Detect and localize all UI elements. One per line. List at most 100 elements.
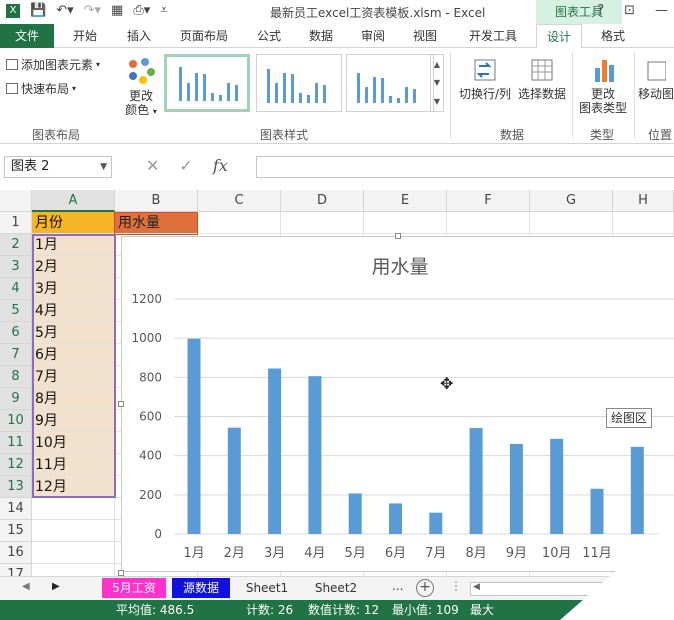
row-header-9[interactable]: 9 xyxy=(0,388,32,410)
switch-row-column-button[interactable]: 切换行/列 xyxy=(456,56,514,101)
chevron-up-icon[interactable]: ▲ xyxy=(434,60,440,69)
gallery-more-icon[interactable]: ▼ xyxy=(434,97,440,106)
row-header-4[interactable]: 4 xyxy=(0,278,32,300)
row-header-8[interactable]: 8 xyxy=(0,366,32,388)
cell-a9[interactable]: 8月 xyxy=(32,388,115,410)
select-data-button[interactable]: 选择数据 xyxy=(516,56,568,101)
sheet-tab-1[interactable]: 5月工资 xyxy=(102,578,166,598)
row-header-10[interactable]: 10 xyxy=(0,410,32,432)
tab-data[interactable]: 数据 xyxy=(298,24,344,48)
cell-a11[interactable]: 10月 xyxy=(32,432,115,454)
cell-a16[interactable] xyxy=(32,542,115,564)
row-header-16[interactable]: 16 xyxy=(0,542,32,564)
row-header-7[interactable]: 7 xyxy=(0,344,32,366)
cell-c1[interactable] xyxy=(198,212,281,234)
formula-input[interactable] xyxy=(256,156,674,178)
cell-a2[interactable]: 1月 xyxy=(32,234,115,256)
more-sheets-button[interactable]: ... xyxy=(392,579,403,593)
cell-a7[interactable]: 6月 xyxy=(32,344,115,366)
column-header-b[interactable]: B xyxy=(115,190,198,212)
column-header-f[interactable]: F xyxy=(447,190,530,212)
cell-b1[interactable]: 用水量 xyxy=(115,212,198,234)
chevron-down-icon[interactable]: ▼ xyxy=(434,78,440,87)
column-header-d[interactable]: D xyxy=(281,190,364,212)
cell-a15[interactable] xyxy=(32,520,115,542)
chart-style-1[interactable] xyxy=(164,54,250,112)
move-chart-button[interactable]: 移动图 xyxy=(638,56,674,101)
row-header-14[interactable]: 14 xyxy=(0,498,32,520)
chart-style-3[interactable] xyxy=(346,54,434,112)
column-header-g[interactable]: G xyxy=(530,190,613,212)
ribbon-display-icon[interactable]: ⊡ xyxy=(624,3,635,18)
tab-insert[interactable]: 插入 xyxy=(116,24,162,48)
sheet-tab-2[interactable]: 源数据 xyxy=(172,578,230,598)
sheet-tab-3[interactable]: Sheet1 xyxy=(236,578,298,598)
change-colors-button[interactable]: 更改 颜色 ▾ xyxy=(122,56,160,119)
tab-file[interactable]: 文件 xyxy=(0,24,54,48)
row-header-3[interactable]: 3 xyxy=(0,256,32,278)
cell-h1[interactable] xyxy=(613,212,674,234)
chart-style-2[interactable] xyxy=(256,54,342,112)
tab-format[interactable]: 格式 xyxy=(588,24,638,48)
insert-function-icon[interactable]: fx xyxy=(213,156,228,175)
cell-f1[interactable] xyxy=(447,212,530,234)
undo-icon[interactable]: ↶▾ xyxy=(56,3,73,18)
row-header-13[interactable]: 13 xyxy=(0,476,32,498)
gallery-scroll[interactable]: ▲ ▼ ▼ xyxy=(430,54,444,112)
customize-qat-icon[interactable]: ⩡ xyxy=(160,3,167,18)
row-header-15[interactable]: 15 xyxy=(0,520,32,542)
form-icon[interactable]: ▦ xyxy=(111,3,123,18)
enter-icon[interactable]: ✓ xyxy=(179,156,192,175)
cell-a4[interactable]: 3月 xyxy=(32,278,115,300)
minimize-button[interactable]: — xyxy=(655,3,668,18)
select-all-corner[interactable] xyxy=(0,190,32,212)
print-preview-icon[interactable]: ⎙▾ xyxy=(133,3,150,18)
cell-a10[interactable]: 9月 xyxy=(32,410,115,432)
cell-a1[interactable]: 月份 xyxy=(32,212,115,234)
chart-resize-handle[interactable] xyxy=(118,401,124,407)
cell-g1[interactable] xyxy=(530,212,613,234)
tab-page-layout[interactable]: 页面布局 xyxy=(168,24,240,48)
cell-a8[interactable]: 7月 xyxy=(32,366,115,388)
row-header-6[interactable]: 6 xyxy=(0,322,32,344)
cell-a5[interactable]: 4月 xyxy=(32,300,115,322)
cancel-icon[interactable]: ✕ xyxy=(146,156,159,175)
cell-a12[interactable]: 11月 xyxy=(32,454,115,476)
cell-a3[interactable]: 2月 xyxy=(32,256,115,278)
tab-view[interactable]: 视图 xyxy=(402,24,448,48)
chevron-down-icon[interactable]: ▼ xyxy=(100,157,107,177)
row-header-11[interactable]: 11 xyxy=(0,432,32,454)
column-header-c[interactable]: C xyxy=(198,190,281,212)
redo-icon[interactable]: ↷▾ xyxy=(84,3,101,18)
tab-design[interactable]: 设计 xyxy=(536,24,582,49)
cell-d1[interactable] xyxy=(281,212,364,234)
cell-a14[interactable] xyxy=(32,498,115,520)
row-header-1[interactable]: 1 xyxy=(0,212,32,234)
name-box[interactable]: 图表 2 ▼ xyxy=(4,156,112,178)
scroll-left-icon[interactable]: ◀ xyxy=(22,581,30,592)
tab-review[interactable]: 审阅 xyxy=(350,24,396,48)
row-header-2[interactable]: 2 xyxy=(0,234,32,256)
help-button[interactable]: ? xyxy=(597,3,604,18)
chart-resize-handle[interactable] xyxy=(395,233,401,239)
splitter-icon[interactable]: ⋮ xyxy=(450,579,462,593)
scroll-right-icon[interactable]: ▶ xyxy=(52,581,60,592)
column-header-e[interactable]: E xyxy=(364,190,447,212)
sheet-tab-4[interactable]: Sheet2 xyxy=(304,578,368,598)
row-header-5[interactable]: 5 xyxy=(0,300,32,322)
save-icon[interactable]: 💾 xyxy=(30,3,46,18)
add-sheet-button[interactable]: + xyxy=(416,579,434,597)
cell-a6[interactable]: 5月 xyxy=(32,322,115,344)
row-header-12[interactable]: 12 xyxy=(0,454,32,476)
tab-developer[interactable]: 开发工具 xyxy=(456,24,530,48)
quick-layout-button[interactable]: 快速布局 ▾ xyxy=(6,80,76,97)
scroll-left-arrow-icon[interactable]: ◀ xyxy=(473,582,480,592)
column-header-a[interactable]: A xyxy=(32,190,115,212)
change-chart-type-button[interactable]: 更改 图表类型 xyxy=(576,56,630,115)
cell-a13[interactable]: 12月 xyxy=(32,476,115,498)
cell-e1[interactable] xyxy=(364,212,447,234)
tab-home[interactable]: 开始 xyxy=(60,24,110,48)
add-chart-element-button[interactable]: 添加图表元素 ▾ xyxy=(6,56,100,73)
column-header-h[interactable]: H xyxy=(613,190,674,212)
tab-formulas[interactable]: 公式 xyxy=(246,24,292,48)
